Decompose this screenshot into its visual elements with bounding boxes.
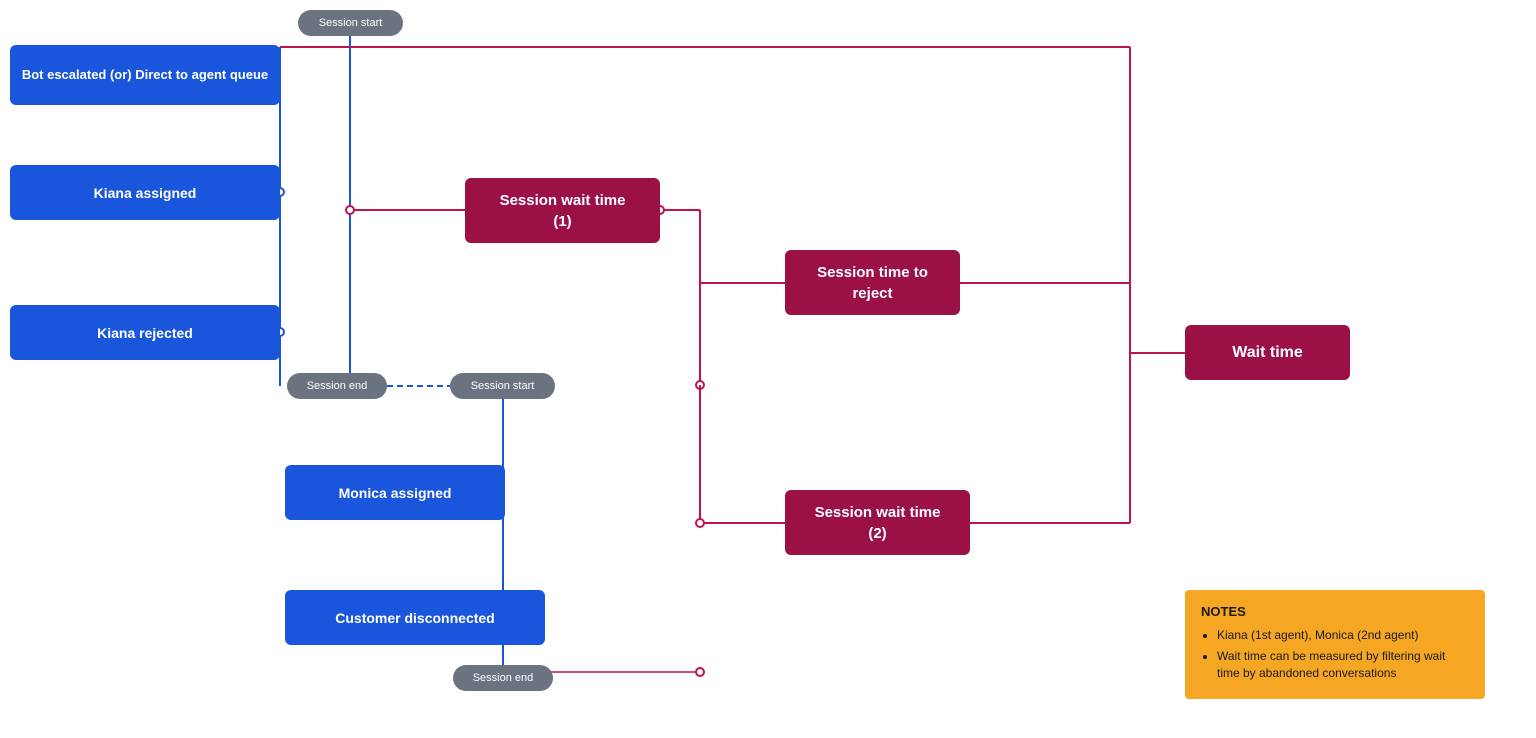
session-wait-time-2-box: Session wait time(2) xyxy=(785,490,970,555)
notes-box: NOTES Kiana (1st agent), Monica (2nd age… xyxy=(1185,590,1485,699)
notes-item-2: Wait time can be measured by filtering w… xyxy=(1217,648,1469,682)
customer-disconnected-box: Customer disconnected xyxy=(285,590,545,645)
session-start-1-label: Session start xyxy=(298,10,403,36)
notes-item-1: Kiana (1st agent), Monica (2nd agent) xyxy=(1217,627,1469,644)
wait-time-box: Wait time xyxy=(1185,325,1350,380)
session-start-2-label: Session start xyxy=(450,373,555,399)
notes-title: NOTES xyxy=(1201,604,1469,619)
session-wait-time-1-box: Session wait time(1) xyxy=(465,178,660,243)
bot-escalated-box: Bot escalated (or) Direct to agent queue xyxy=(10,45,280,105)
session-end-1-label: Session end xyxy=(287,373,387,399)
kiana-rejected-box: Kiana rejected xyxy=(10,305,280,360)
kiana-assigned-box: Kiana assigned xyxy=(10,165,280,220)
session-time-to-reject-box: Session time toreject xyxy=(785,250,960,315)
session-end-2-label: Session end xyxy=(453,665,553,691)
notes-list: Kiana (1st agent), Monica (2nd agent) Wa… xyxy=(1201,627,1469,681)
monica-assigned-box: Monica assigned xyxy=(285,465,505,520)
diagram-container: Bot escalated (or) Direct to agent queue… xyxy=(0,0,1536,738)
